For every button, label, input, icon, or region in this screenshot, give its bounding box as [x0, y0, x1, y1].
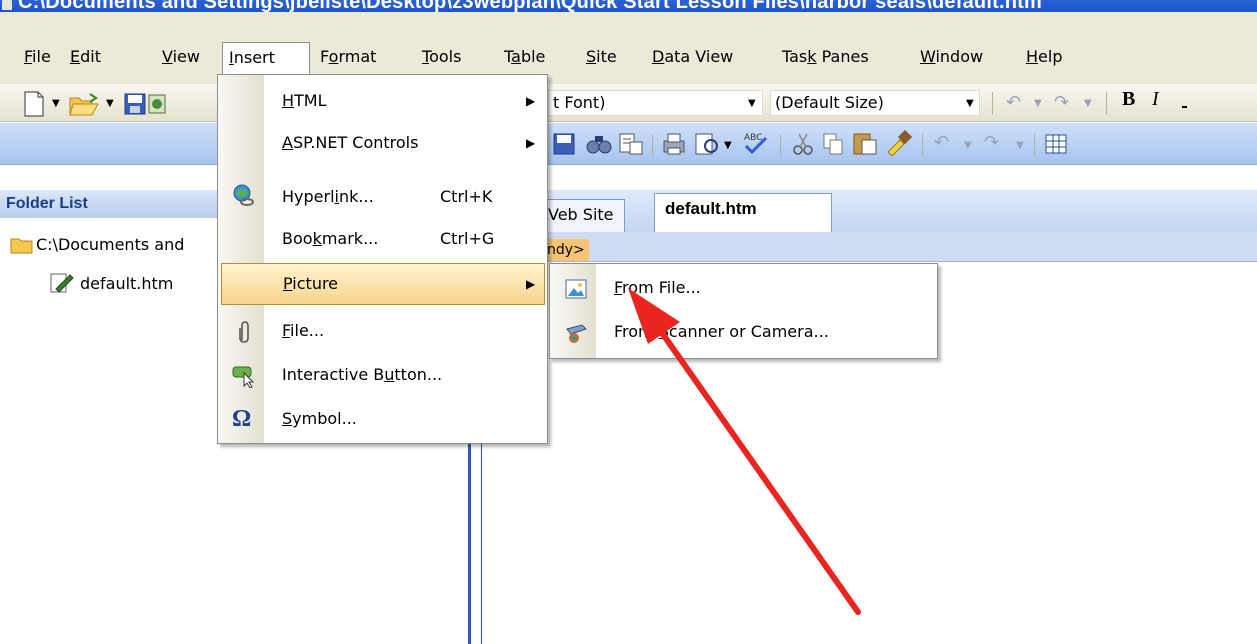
print-icon[interactable]	[660, 132, 688, 156]
menu-item-hyperlink[interactable]: Hyperlink... Ctrl+K	[220, 177, 546, 219]
folder-icon	[10, 238, 33, 254]
new-page-icon[interactable]	[22, 91, 46, 117]
menu-data-view[interactable]: Data View	[646, 44, 739, 74]
svg-text:ABC: ABC	[744, 133, 762, 143]
menu-item-symbol[interactable]: Ω Symbol...	[220, 399, 546, 441]
font-family-dropdown-icon[interactable]: ▼	[748, 98, 756, 109]
redo-icon: ↷	[1054, 92, 1070, 113]
menu-help[interactable]: Help	[1020, 44, 1068, 74]
insert-table-icon[interactable]	[1044, 132, 1068, 156]
quick-tag-bar	[482, 232, 1257, 262]
menu-item-from-scanner-or-camera[interactable]: From Scanner or Camera...	[552, 312, 936, 354]
new-dropdown-icon[interactable]: ▼	[52, 98, 60, 109]
paste-icon[interactable]	[852, 130, 878, 156]
font-size-dropdown-icon[interactable]: ▼	[966, 98, 974, 109]
save-icon[interactable]	[124, 93, 146, 115]
toolbar-separator	[652, 134, 653, 156]
underline-icon[interactable]	[1182, 88, 1187, 111]
folder-list-header: Folder List	[0, 190, 220, 218]
menu-item-file[interactable]: File...	[220, 311, 546, 353]
redo-dropdown-icon: ▼	[1084, 98, 1092, 109]
spelling-icon[interactable]: ABC	[742, 130, 770, 156]
menu-table[interactable]: Table	[498, 44, 551, 74]
save-all-icon[interactable]	[553, 133, 575, 155]
app-icon	[2, 0, 12, 10]
toolbar-separator	[922, 134, 923, 156]
tab-web-site[interactable]: Veb Site	[543, 199, 625, 232]
menu-item-bookmark[interactable]: Bookmark... Ctrl+G	[220, 219, 546, 261]
bold-button[interactable]: B	[1122, 88, 1135, 111]
open-folder-icon[interactable]	[68, 92, 102, 118]
html-page-icon	[50, 273, 74, 293]
menu-edit[interactable]: Edit	[64, 44, 107, 74]
omega-icon: Ω	[232, 406, 252, 432]
interactive-button-icon	[232, 366, 255, 388]
menu-site[interactable]: Site	[580, 44, 623, 74]
undo-dropdown-icon-2: ▼	[964, 140, 972, 151]
italic-button[interactable]: I	[1152, 88, 1159, 111]
scanner-camera-icon	[566, 324, 587, 343]
tab-default-htm[interactable]: default.htm	[654, 193, 832, 233]
undo-dropdown-icon: ▼	[1034, 98, 1042, 109]
find-icon[interactable]	[586, 132, 612, 156]
menu-file[interactable]: File	[18, 44, 57, 74]
copy-icon[interactable]	[822, 132, 844, 156]
quick-tag-body[interactable]: ndy>	[543, 239, 589, 261]
preview-dropdown-icon[interactable]: ▼	[724, 140, 732, 151]
redo-dropdown-icon-2: ▼	[1016, 140, 1024, 151]
publish-icon[interactable]	[148, 93, 166, 115]
hyperlink-icon	[233, 184, 254, 206]
folder-root[interactable]: C:\Documents and	[36, 233, 184, 257]
title-bar: C:\Documents and Settings\jbeliste\Deskt…	[0, 0, 1257, 12]
menu-insert[interactable]: Insert	[222, 42, 310, 76]
submenu-arrow-icon: ▶	[526, 136, 536, 150]
insert-menu: HTML ▶ ASP.NET Controls ▶ Hyperlink... C…	[217, 74, 548, 444]
menu-item-asp-net-controls[interactable]: ASP.NET Controls ▶	[220, 123, 546, 165]
menu-item-interactive-button[interactable]: Interactive Button...	[220, 355, 546, 397]
toolbar-separator	[780, 134, 781, 156]
format-painter-icon[interactable]	[884, 130, 912, 156]
menu-window[interactable]: Window	[914, 44, 989, 74]
menu-view[interactable]: View	[156, 44, 206, 74]
replace-icon[interactable]	[618, 132, 644, 156]
paperclip-icon	[239, 321, 249, 343]
menu-item-html[interactable]: HTML ▶	[220, 81, 546, 123]
print-preview-icon[interactable]	[694, 132, 722, 156]
undo-icon-2: ↶	[934, 132, 950, 153]
cut-icon[interactable]	[792, 132, 814, 156]
undo-icon: ↶	[1006, 92, 1022, 113]
menu-task-panes[interactable]: Task Panes	[776, 44, 875, 74]
menu-item-picture[interactable]: Picture ▶	[221, 263, 545, 305]
menu-format[interactable]: Format	[314, 44, 382, 74]
font-size-select[interactable]: (Default Size)	[770, 90, 980, 116]
redo-icon-2: ↷	[984, 132, 1000, 153]
submenu-arrow-icon: ▶	[526, 94, 536, 108]
font-family-select[interactable]: t Font)	[548, 90, 763, 116]
window-title: C:\Documents and Settings\jbeliste\Deskt…	[18, 0, 1042, 12]
menu-tools[interactable]: Tools	[416, 44, 467, 74]
open-dropdown-icon[interactable]: ▼	[106, 98, 114, 109]
folder-file-default[interactable]: default.htm	[80, 272, 173, 296]
toolbar-separator	[992, 92, 993, 114]
submenu-arrow-icon: ▶	[526, 277, 536, 291]
picture-from-file-icon	[565, 279, 587, 299]
picture-submenu: From File... From Scanner or Camera...	[549, 263, 938, 359]
toolbar-separator	[1034, 134, 1035, 156]
toolbar-separator	[1106, 92, 1107, 114]
menu-item-from-file[interactable]: From File...	[552, 268, 936, 310]
